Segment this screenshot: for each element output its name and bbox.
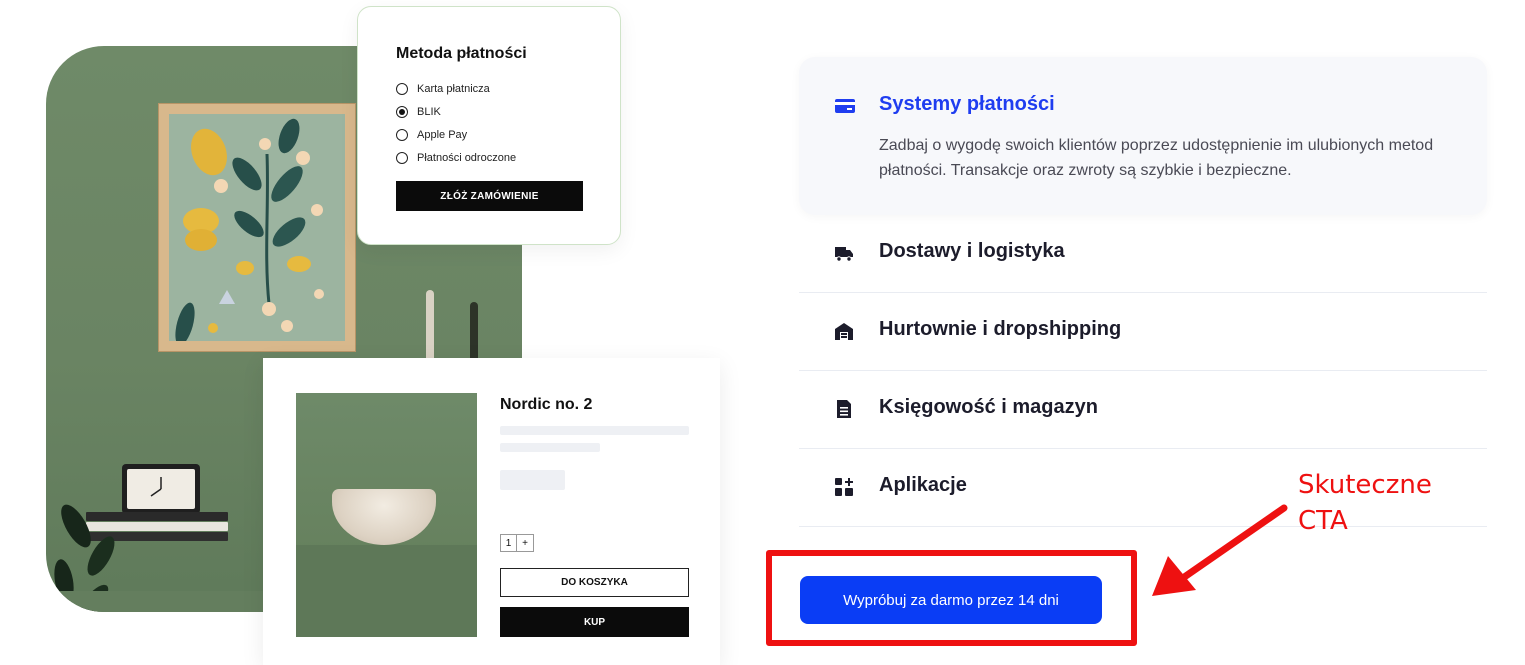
warehouse-icon — [835, 323, 853, 340]
radio-unchecked-icon[interactable] — [396, 151, 408, 164]
place-order-button[interactable]: ZŁÓŻ ZAMÓWIENIE — [396, 181, 583, 211]
botanical-print-illustration — [175, 118, 324, 341]
payment-option-deferred[interactable]: Płatności odroczone — [396, 146, 620, 169]
quantity-value[interactable]: 1 — [500, 534, 517, 552]
ceramic-bowl — [332, 489, 436, 545]
accordion-label[interactable]: Aplikacje — [879, 474, 967, 497]
accordion-label[interactable]: Dostawy i logistyka — [879, 240, 1065, 263]
radio-checked-icon[interactable] — [396, 105, 408, 118]
text-placeholder — [500, 443, 600, 452]
credit-card-icon — [835, 99, 855, 113]
document-icon — [837, 400, 851, 418]
payment-option-blik[interactable]: BLIK — [396, 100, 620, 123]
product-card: Nordic no. 2 1 + DO KOSZYKA KUP — [263, 358, 720, 665]
accordion-item-payments[interactable]: Systemy płatności Zadbaj o wygodę swoich… — [799, 57, 1487, 215]
radio-unchecked-icon[interactable] — [396, 128, 408, 141]
accordion-label[interactable]: Hurtownie i dropshipping — [879, 318, 1121, 341]
apps-icon — [835, 478, 853, 496]
accordion-item-accounting[interactable]: Księgowość i magazyn — [799, 371, 1487, 449]
annotation-arrow-icon — [1152, 504, 1288, 596]
payment-method-title: Metoda płatności — [396, 45, 527, 62]
accordion-description: Zadbaj o wygodę swoich klientów poprzez … — [879, 137, 1434, 179]
payment-option-label: Apple Pay — [417, 128, 468, 141]
wall-art-frame — [158, 103, 356, 352]
payment-option-label: BLIK — [417, 105, 441, 118]
radio-unchecked-icon[interactable] — [396, 82, 408, 95]
free-trial-cta-button[interactable]: Wypróbuj za darmo przez 14 dni — [800, 576, 1102, 624]
accordion-item-wholesale[interactable]: Hurtownie i dropshipping — [799, 293, 1487, 371]
payment-option-card[interactable]: Karta płatnicza — [396, 77, 620, 100]
quantity-stepper[interactable]: 1 + — [500, 534, 534, 552]
plus-icon[interactable]: + — [517, 534, 534, 552]
accordion-title[interactable]: Systemy płatności — [879, 93, 1055, 116]
accordion-label[interactable]: Księgowość i magazyn — [879, 396, 1098, 419]
buy-button[interactable]: KUP — [500, 607, 689, 637]
payment-option-apple-pay[interactable]: Apple Pay — [396, 123, 620, 146]
payment-option-label: Karta płatnicza — [417, 82, 490, 95]
price-placeholder — [500, 470, 565, 490]
add-to-cart-button[interactable]: DO KOSZYKA — [500, 568, 689, 597]
payment-option-label: Płatności odroczone — [417, 151, 517, 164]
accordion-item-delivery[interactable]: Dostawy i logistyka — [799, 215, 1487, 293]
annotation-label: Skuteczne CTA — [1298, 470, 1432, 536]
truck-icon — [835, 247, 853, 262]
text-placeholder — [500, 426, 689, 435]
product-image — [296, 393, 477, 637]
product-title: Nordic no. 2 — [500, 396, 593, 413]
payment-method-card: Metoda płatności Karta płatnicza BLIK Ap… — [357, 6, 621, 245]
